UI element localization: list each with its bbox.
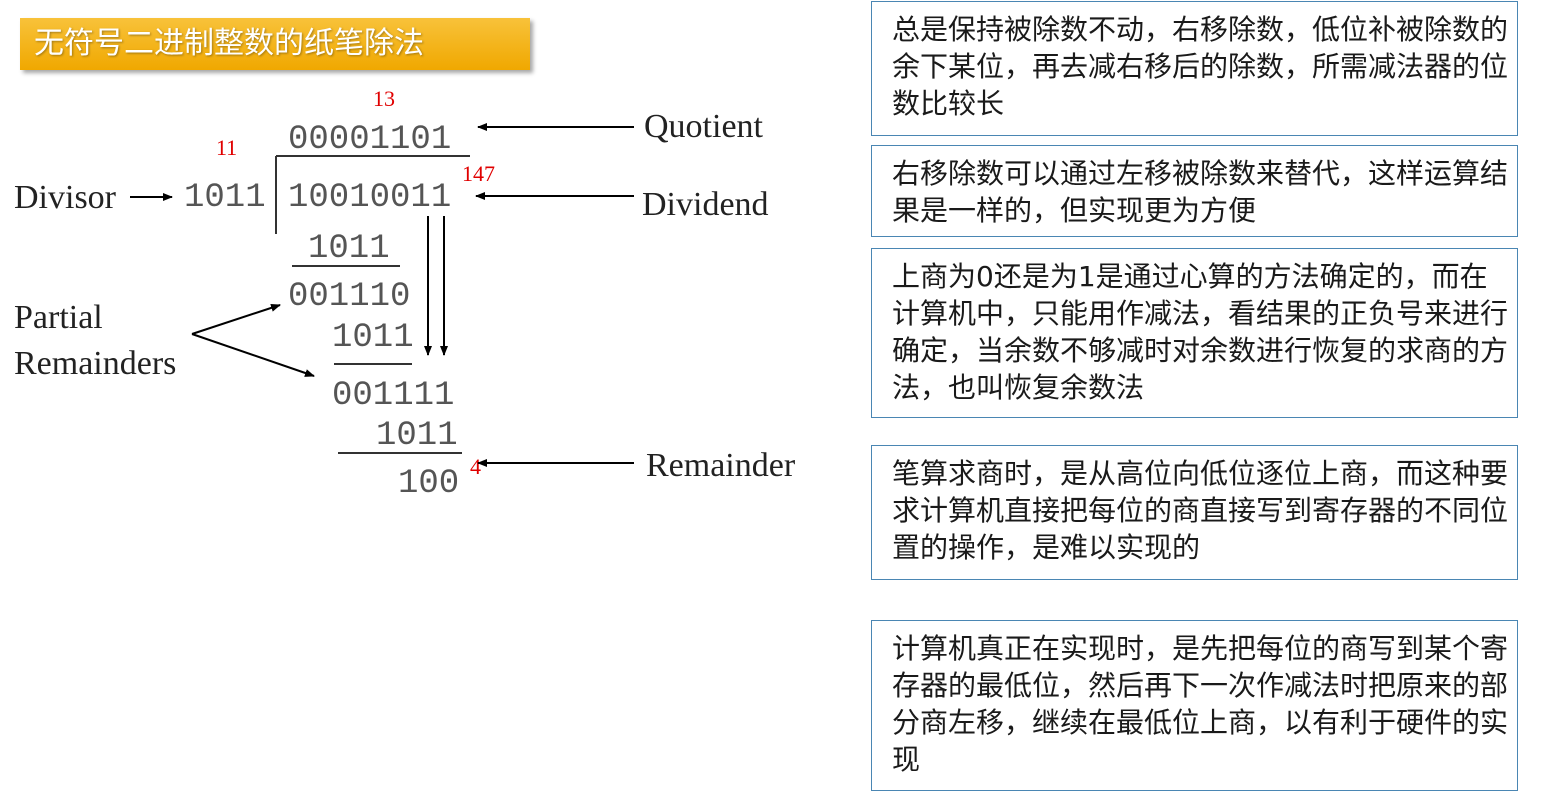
label-remainder: Remainder (646, 447, 796, 484)
remainder-bits: 100 (398, 465, 459, 503)
remainder-decimal-annotation: 4 (470, 454, 481, 479)
quotient-bits: 00001101 (288, 121, 451, 159)
note-box-2: 右移除数可以通过左移被除数来替代，这样运算结果是一样的，但实现更为方便 (871, 145, 1518, 237)
note-box-1: 总是保持被除数不动，右移除数，低位补被除数的余下某位，再去减右移后的除数，所需减… (871, 1, 1518, 136)
note-box-4: 笔算求商时，是从高位向低位逐位上商，而这种要求计算机直接把每位的商直接写到寄存器… (871, 445, 1518, 580)
partial-remainder-arrow-1 (191, 304, 281, 335)
label-dividend: Dividend (642, 186, 769, 223)
step1-partial-remainder: 001110 (288, 278, 410, 316)
dividend-decimal-annotation: 147 (462, 161, 495, 186)
label-remainders: Remainders (14, 345, 176, 382)
partial-remainder-arrow-2 (191, 333, 315, 377)
divisor-bits: 1011 (184, 179, 266, 217)
note-box-3: 上商为0还是为1是通过心算的方法确定的，而在计算机中，只能用作减法，看结果的正负… (871, 248, 1518, 418)
label-partial: Partial (14, 299, 103, 336)
step2-partial-remainder: 001111 (332, 377, 454, 415)
dividend-bits: 10010011 (288, 179, 451, 217)
divisor-decimal-annotation: 11 (216, 135, 237, 160)
step1-subtrahend: 1011 (308, 230, 390, 268)
note-box-5: 计算机真正在实现时，是先把每位的商写到某个寄存器的最低位，然后再下一次作减法时把… (871, 620, 1518, 791)
step2-subtrahend: 1011 (332, 319, 414, 357)
label-quotient: Quotient (644, 108, 764, 145)
quotient-decimal-annotation: 13 (373, 86, 395, 111)
step3-subtrahend: 1011 (376, 417, 458, 455)
label-divisor: Divisor (14, 179, 117, 216)
long-division-diagram: 13 11 147 4 00001101 1011 10010011 1011 … (14, 86, 796, 503)
